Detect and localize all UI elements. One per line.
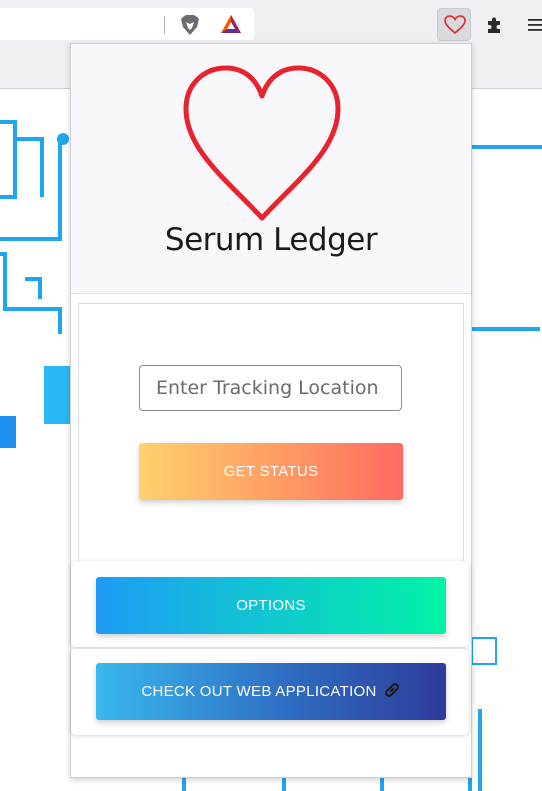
extensions-button[interactable] <box>480 8 508 40</box>
brand-title: Serum Ledger <box>164 222 378 258</box>
brave-lion-icon[interactable] <box>180 14 200 36</box>
extension-popup: Serum Ledger GET STATUS OPTIONS CHECK OU… <box>70 43 472 778</box>
link-icon <box>383 681 401 703</box>
web-application-button[interactable]: CHECK OUT WEB APPLICATION <box>96 663 446 720</box>
browser-menu-button[interactable] <box>520 8 542 40</box>
serum-ledger-extension-button[interactable] <box>437 8 471 41</box>
browser-toolbar <box>0 0 542 45</box>
web-app-card: CHECK OUT WEB APPLICATION <box>71 649 469 735</box>
tracking-location-input[interactable] <box>139 365 402 411</box>
web-application-label: CHECK OUT WEB APPLICATION <box>141 682 377 700</box>
options-card: OPTIONS <box>71 561 469 647</box>
bat-rewards-icon[interactable] <box>220 14 242 34</box>
menu-icon <box>528 19 542 31</box>
get-status-button[interactable]: GET STATUS <box>139 443 403 500</box>
options-button[interactable]: OPTIONS <box>96 577 446 634</box>
heart-outline-icon <box>183 65 341 221</box>
extensions-puzzle-icon <box>488 17 500 33</box>
popup-header: Serum Ledger <box>71 44 471 294</box>
address-bar[interactable] <box>0 8 254 40</box>
address-bar-divider <box>164 16 165 34</box>
serum-ledger-heart-icon <box>444 15 466 35</box>
tracking-form-card: GET STATUS <box>78 303 464 573</box>
